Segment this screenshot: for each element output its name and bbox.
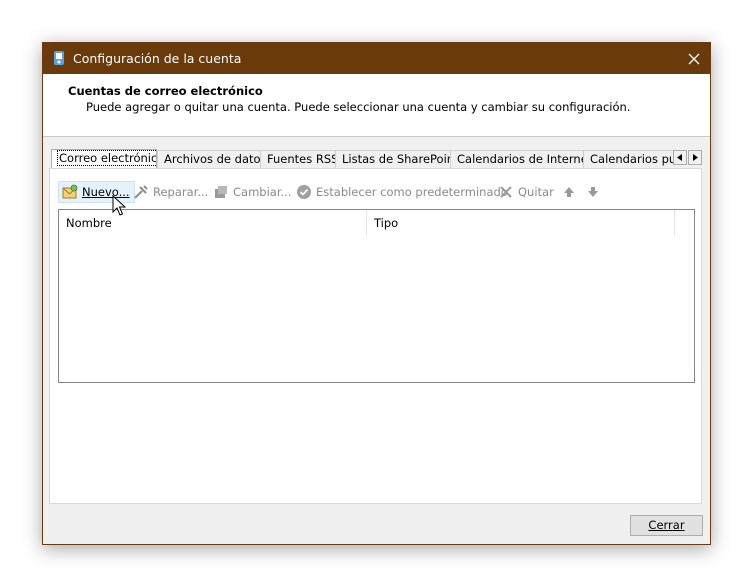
remove-button-label: Quitar [518, 185, 554, 199]
accounts-list[interactable]: Nombre Tipo [58, 209, 695, 383]
tab-label: Calendarios pul [590, 152, 673, 166]
tab-label: Fuentes RSS [267, 152, 335, 166]
tab-internet-calendars[interactable]: Calendarios de Internet [450, 150, 583, 168]
tab-email[interactable]: Correo electrónico [51, 149, 157, 168]
window-title: Configuración de la cuenta [73, 51, 242, 66]
change-button-label: Cambiar... [233, 185, 292, 199]
checkmark-circle-icon [297, 185, 311, 199]
change-button[interactable]: Cambiar... [213, 181, 291, 203]
tab-label: Calendarios de Internet [457, 152, 583, 166]
outlook-settings-icon [54, 51, 64, 65]
repair-tools-icon [134, 185, 148, 199]
column-header-type[interactable]: Tipo [367, 210, 675, 236]
mouse-cursor-icon [112, 195, 126, 216]
close-icon [688, 53, 700, 64]
move-up-button[interactable] [561, 181, 581, 203]
tab-strip: Correo electrónico Archivos de datos Fue… [51, 149, 703, 168]
remove-button[interactable]: Quitar [498, 181, 554, 203]
close-dialog-button-label: Cerrar [648, 518, 685, 532]
set-default-button[interactable]: Establecer como predeterminado [296, 181, 508, 203]
header-title: Cuentas de correo electrónico [68, 84, 263, 98]
tab-data-files[interactable]: Archivos de datos [157, 150, 260, 168]
repair-button-label: Reparar... [153, 185, 209, 199]
email-tab-panel: Nuevo... Reparar... Cambiar... Establece… [49, 168, 702, 504]
tab-scroll-right-button[interactable] [688, 150, 702, 165]
change-icon [215, 186, 227, 198]
tab-rss-feeds[interactable]: Fuentes RSS [260, 150, 335, 168]
triangle-left-icon [677, 154, 682, 161]
x-icon [500, 186, 512, 198]
arrow-up-icon [564, 187, 574, 197]
repair-button[interactable]: Reparar... [133, 181, 208, 203]
tab-label: Listas de SharePoint [342, 152, 450, 166]
move-down-button[interactable] [585, 181, 605, 203]
tab-scroll-left-button[interactable] [673, 150, 687, 165]
tab-label: Correo electrónico [56, 150, 156, 166]
account-settings-dialog: Configuración de la cuenta Cuentas de co… [42, 42, 711, 545]
tab-published-calendars[interactable]: Calendarios pul [583, 150, 673, 168]
new-mail-account-icon [62, 184, 78, 199]
title-bar[interactable]: Configuración de la cuenta [43, 43, 710, 74]
account-toolbar: Nuevo... Reparar... Cambiar... Establece… [58, 181, 698, 203]
tab-label: Archivos de datos [164, 152, 260, 166]
set-default-button-label: Establecer como predeterminado [316, 185, 508, 199]
dialog-header: Cuentas de correo electrónico Puede agre… [43, 74, 710, 137]
close-button[interactable] [678, 43, 710, 74]
triangle-right-icon [693, 154, 698, 161]
close-dialog-button[interactable]: Cerrar [630, 515, 703, 536]
tab-sharepoint-lists[interactable]: Listas de SharePoint [335, 150, 450, 168]
arrow-down-icon [588, 187, 598, 197]
column-header-name[interactable]: Nombre [59, 210, 367, 236]
header-description: Puede agregar o quitar una cuenta. Puede… [86, 100, 631, 114]
